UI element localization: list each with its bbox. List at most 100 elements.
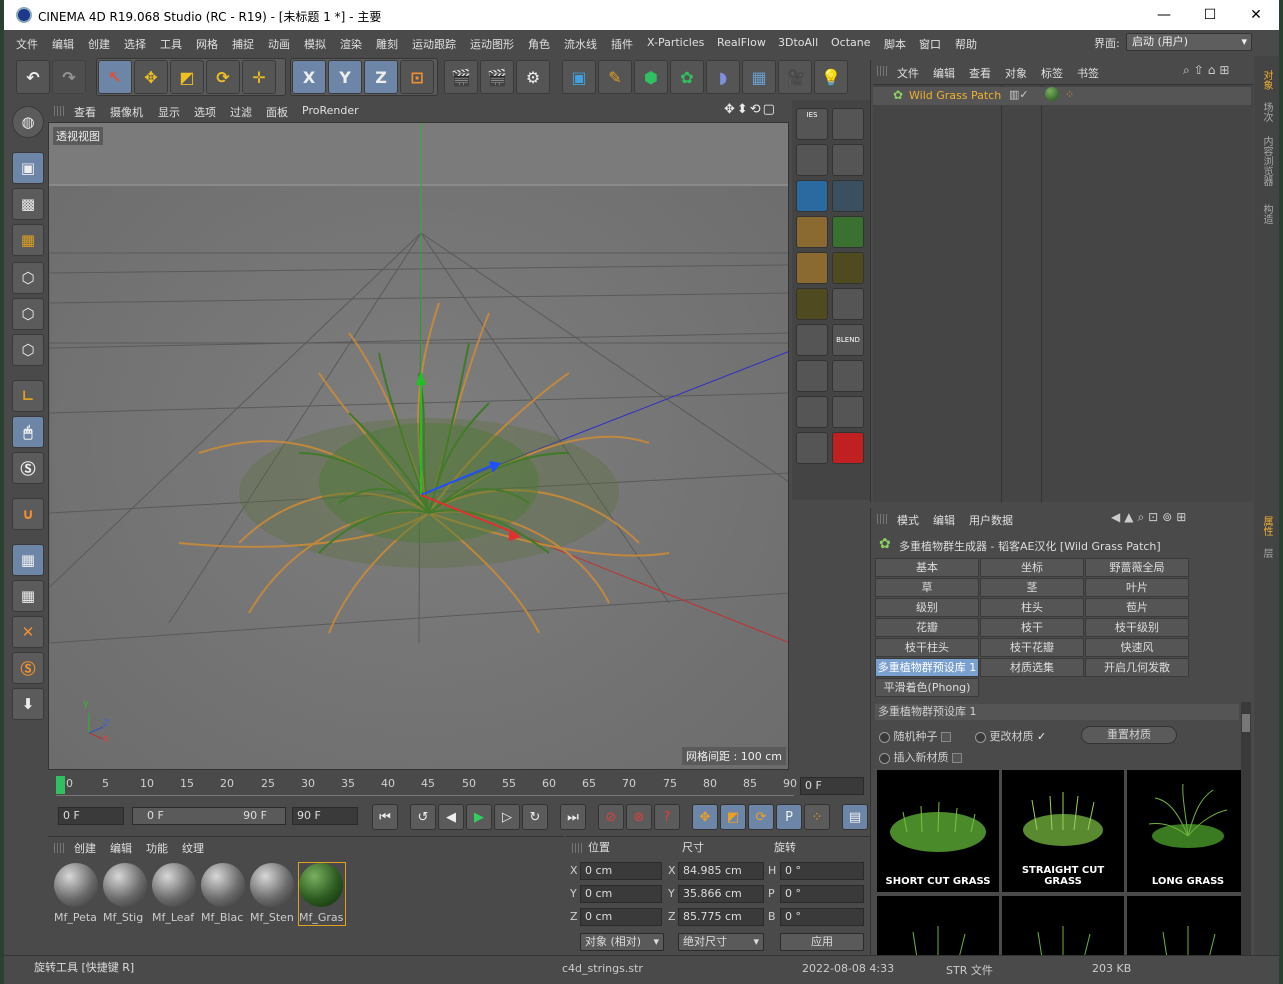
menu-octane[interactable]: Octane bbox=[831, 36, 871, 49]
subdivision-button[interactable]: ⬢ bbox=[634, 60, 668, 94]
workplane-lock-button[interactable]: ▦ bbox=[12, 544, 44, 576]
undo-button[interactable]: ↶ bbox=[16, 60, 50, 94]
glossy-material-button[interactable] bbox=[832, 288, 864, 320]
tab-structure[interactable]: 构造 bbox=[1258, 204, 1274, 224]
insert-material-checkbox[interactable] bbox=[952, 753, 962, 763]
attr-menu-user-data[interactable]: 用户数据 bbox=[969, 512, 1013, 528]
obj-menu-bookmarks[interactable]: 书签 bbox=[1077, 65, 1099, 81]
solo-button[interactable]: Ⓢ bbox=[12, 452, 44, 484]
floor-button[interactable]: ▦ bbox=[742, 60, 776, 94]
make-editable-button[interactable]: ◍ bbox=[12, 106, 44, 138]
obj-menu-file[interactable]: 文件 bbox=[897, 65, 919, 81]
model-mode-button[interactable]: ▣ bbox=[12, 152, 44, 184]
tab-material-selection[interactable]: 材质选集 bbox=[980, 658, 1084, 677]
half-sphere-dark-button[interactable] bbox=[832, 180, 864, 212]
material-menu-texture[interactable]: 纹理 bbox=[182, 840, 204, 856]
menu-x-particles[interactable]: X-Particles bbox=[647, 36, 704, 49]
script-s-button[interactable]: Ⓢ bbox=[12, 652, 44, 684]
size-z-field[interactable]: 85.775 cm bbox=[678, 908, 764, 926]
tab-phong[interactable]: 平滑着色(Phong) bbox=[875, 678, 979, 697]
obj-menu-view[interactable]: 查看 bbox=[969, 65, 991, 81]
start-frame-field[interactable]: 0 F bbox=[58, 807, 124, 825]
random-seed-radio[interactable] bbox=[879, 731, 890, 743]
close-button[interactable]: ✕ bbox=[1233, 0, 1279, 30]
menu-edit[interactable]: 编辑 bbox=[52, 36, 74, 52]
cube-button[interactable]: ▣ bbox=[562, 60, 596, 94]
insert-material-option[interactable]: 插入新材质 bbox=[879, 749, 962, 765]
blend-material-button[interactable]: BLEND bbox=[832, 324, 864, 356]
target-light-button[interactable] bbox=[796, 144, 828, 176]
diffuse-material-button[interactable] bbox=[796, 396, 828, 428]
menu-help[interactable]: 帮助 bbox=[955, 36, 977, 52]
tab-branch-petal[interactable]: 枝干花瓣 bbox=[980, 638, 1084, 657]
playhead[interactable] bbox=[56, 776, 65, 794]
layout-select[interactable]: 启动 (用户) ▾ bbox=[1126, 33, 1252, 51]
viewport-menu-prorender[interactable]: ProRender bbox=[302, 104, 359, 117]
search-icon[interactable]: ⌕⇧⌂⊞ bbox=[1183, 63, 1233, 78]
nav-back-icon[interactable]: ◀▲⌕⊡⊚⊞ bbox=[1111, 510, 1190, 525]
tab-quick-wind[interactable]: 快速风 bbox=[1085, 638, 1189, 657]
tab-stem[interactable]: 茎 bbox=[980, 578, 1084, 597]
sun-light-button[interactable] bbox=[832, 252, 864, 284]
random-seed-checkbox[interactable] bbox=[941, 732, 951, 742]
material-swatch[interactable]: Mf_Peta bbox=[54, 863, 100, 925]
visibility-icon[interactable]: ▥✓ bbox=[1009, 88, 1029, 101]
drop-to-floor-button[interactable]: ⬇ bbox=[12, 688, 44, 720]
tab-branch[interactable]: 枝干 bbox=[980, 618, 1084, 637]
tab-grass[interactable]: 草 bbox=[875, 578, 979, 597]
next-key-button[interactable]: ↻ bbox=[522, 804, 548, 830]
symmetry-button[interactable]: ✕ bbox=[12, 616, 44, 648]
menu-script[interactable]: 脚本 bbox=[884, 36, 906, 52]
polygons-mode-button[interactable]: ⬡ bbox=[12, 334, 44, 366]
preset-thumbnail-4[interactable] bbox=[877, 896, 999, 958]
render-settings-button[interactable]: ⚙ bbox=[516, 60, 550, 94]
x-axis-button[interactable]: X bbox=[292, 60, 326, 94]
tab-preset-library[interactable]: 多重植物群预设库 1 bbox=[875, 658, 979, 677]
menu-pipeline[interactable]: 流水线 bbox=[564, 36, 597, 52]
rotation-p-field[interactable]: 0 ° bbox=[780, 885, 864, 903]
tab-attributes[interactable]: 属性 bbox=[1258, 516, 1274, 536]
menu-sculpt[interactable]: 雕刻 bbox=[376, 36, 398, 52]
timeline[interactable]: 0 5 10 15 20 25 30 35 40 45 50 55 60 65 … bbox=[48, 772, 870, 798]
menu-3dtoall[interactable]: 3DtoAll bbox=[778, 36, 818, 49]
auto-key-button[interactable]: ⊛ bbox=[626, 804, 652, 830]
deformer-button[interactable]: ◗ bbox=[706, 60, 740, 94]
checker-material-button[interactable] bbox=[796, 360, 828, 392]
viewport-menu-view[interactable]: 查看 bbox=[74, 104, 96, 120]
live-selection-button[interactable]: ↖ bbox=[98, 60, 132, 94]
move-tool-button[interactable]: ✥ bbox=[134, 60, 168, 94]
play-button[interactable]: ▶ bbox=[466, 804, 492, 830]
coordinate-mode-select[interactable]: 对象 (相对) ▾ bbox=[580, 933, 664, 951]
position-y-field[interactable]: 0 cm bbox=[580, 885, 662, 903]
z-axis-button[interactable]: Z bbox=[364, 60, 398, 94]
tab-coordinates[interactable]: 坐标 bbox=[980, 558, 1084, 577]
key-position-button[interactable]: ✥ bbox=[692, 804, 718, 830]
viewport-menu-options[interactable]: 选项 bbox=[194, 104, 216, 120]
tab-basic[interactable]: 基本 bbox=[875, 558, 979, 577]
menu-file[interactable]: 文件 bbox=[16, 36, 38, 52]
vertical-scrollbar[interactable] bbox=[1241, 702, 1251, 956]
rotation-b-field[interactable]: 0 ° bbox=[780, 908, 864, 926]
menu-animate[interactable]: 动画 bbox=[268, 36, 290, 52]
tree-object-button[interactable] bbox=[796, 216, 828, 248]
material-menu-function[interactable]: 功能 bbox=[146, 840, 168, 856]
obj-menu-object[interactable]: 对象 bbox=[1005, 65, 1027, 81]
go-to-start-button[interactable]: ⏮ bbox=[372, 804, 398, 830]
render-picture-viewer-button[interactable]: 🎬 bbox=[480, 60, 514, 94]
axis-mode-button[interactable]: ∟ bbox=[12, 380, 44, 412]
size-y-field[interactable]: 35.866 cm bbox=[678, 885, 764, 903]
tab-stigma[interactable]: 柱头 bbox=[980, 598, 1084, 617]
preset-thumbnail-6[interactable] bbox=[1127, 896, 1249, 958]
material-tag-icon[interactable] bbox=[1045, 87, 1059, 101]
checkmark-icon[interactable]: ✓ bbox=[1037, 730, 1046, 743]
apply-button[interactable]: 应用 bbox=[780, 933, 864, 951]
workplane-mode-button[interactable]: ▦ bbox=[12, 224, 44, 256]
obj-menu-tags[interactable]: 标签 bbox=[1041, 65, 1063, 81]
menu-render[interactable]: 渲染 bbox=[340, 36, 362, 52]
camera-button[interactable]: 🎥 bbox=[778, 60, 812, 94]
menu-character[interactable]: 角色 bbox=[528, 36, 550, 52]
ies-light-button[interactable]: IES bbox=[796, 108, 828, 140]
pen-button[interactable]: ✎ bbox=[598, 60, 632, 94]
preset-short-cut-grass[interactable]: SHORT CUT GRASS bbox=[877, 770, 999, 892]
key-parameter-button[interactable]: P bbox=[776, 804, 802, 830]
